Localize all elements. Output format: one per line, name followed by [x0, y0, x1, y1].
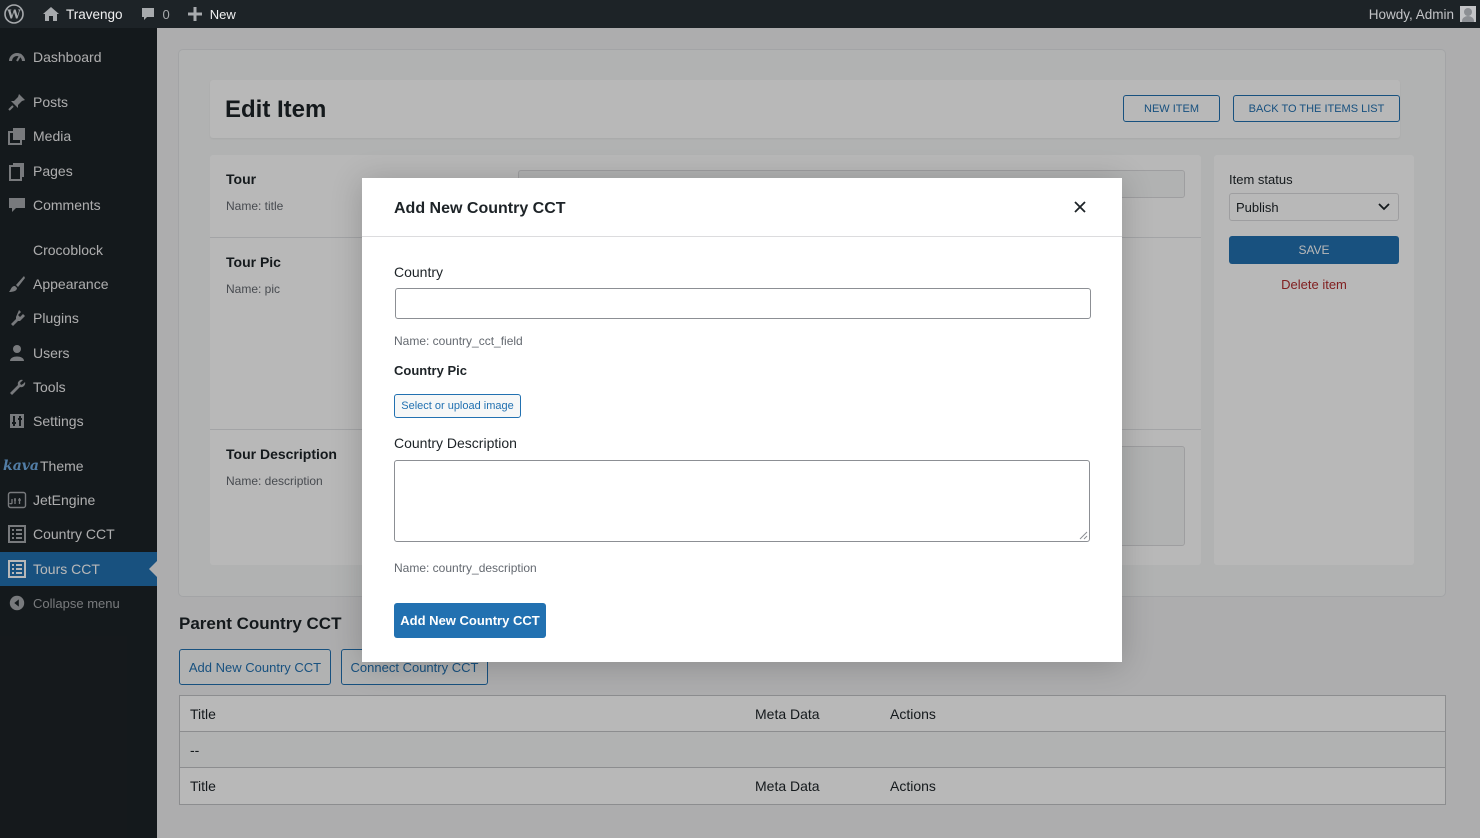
- add-country-modal: Add New Country CCT Country Name: countr…: [362, 178, 1122, 662]
- add-new-country-submit-button[interactable]: Add New Country CCT: [394, 603, 546, 638]
- wordpress-logo-icon[interactable]: W: [0, 0, 30, 28]
- country-label: Country: [394, 264, 444, 280]
- close-icon[interactable]: [1072, 199, 1088, 215]
- resize-grip-icon[interactable]: [1079, 531, 1088, 540]
- svg-text:W: W: [6, 8, 21, 22]
- comment-icon: [141, 8, 154, 20]
- comments-link[interactable]: 0: [131, 0, 178, 28]
- site-name-link[interactable]: Travengo: [30, 0, 131, 28]
- upload-image-button[interactable]: Select or upload image: [394, 394, 521, 418]
- site-name: Travengo: [66, 6, 123, 22]
- country-description-textarea[interactable]: [394, 460, 1090, 542]
- country-description-label: Country Description: [394, 435, 517, 451]
- plus-icon: [187, 7, 202, 21]
- howdy-text: Howdy, Admin: [1368, 6, 1454, 22]
- new-label: New: [209, 6, 236, 22]
- modal-header: Add New Country CCT: [362, 178, 1122, 237]
- admin-bar: W Travengo 0 New Howdy, Admin: [0, 0, 1480, 28]
- description-field-name: Name: country_description: [394, 561, 537, 575]
- home-icon: [43, 7, 59, 21]
- country-pic-label: Country Pic: [394, 363, 467, 378]
- new-content-link[interactable]: New: [178, 0, 244, 28]
- modal-title: Add New Country CCT: [394, 200, 566, 217]
- comments-count: 0: [162, 6, 170, 22]
- country-field-name: Name: country_cct_field: [394, 334, 523, 348]
- avatar: [1460, 6, 1476, 22]
- country-input[interactable]: [395, 288, 1091, 319]
- my-account[interactable]: Howdy, Admin: [1369, 6, 1480, 22]
